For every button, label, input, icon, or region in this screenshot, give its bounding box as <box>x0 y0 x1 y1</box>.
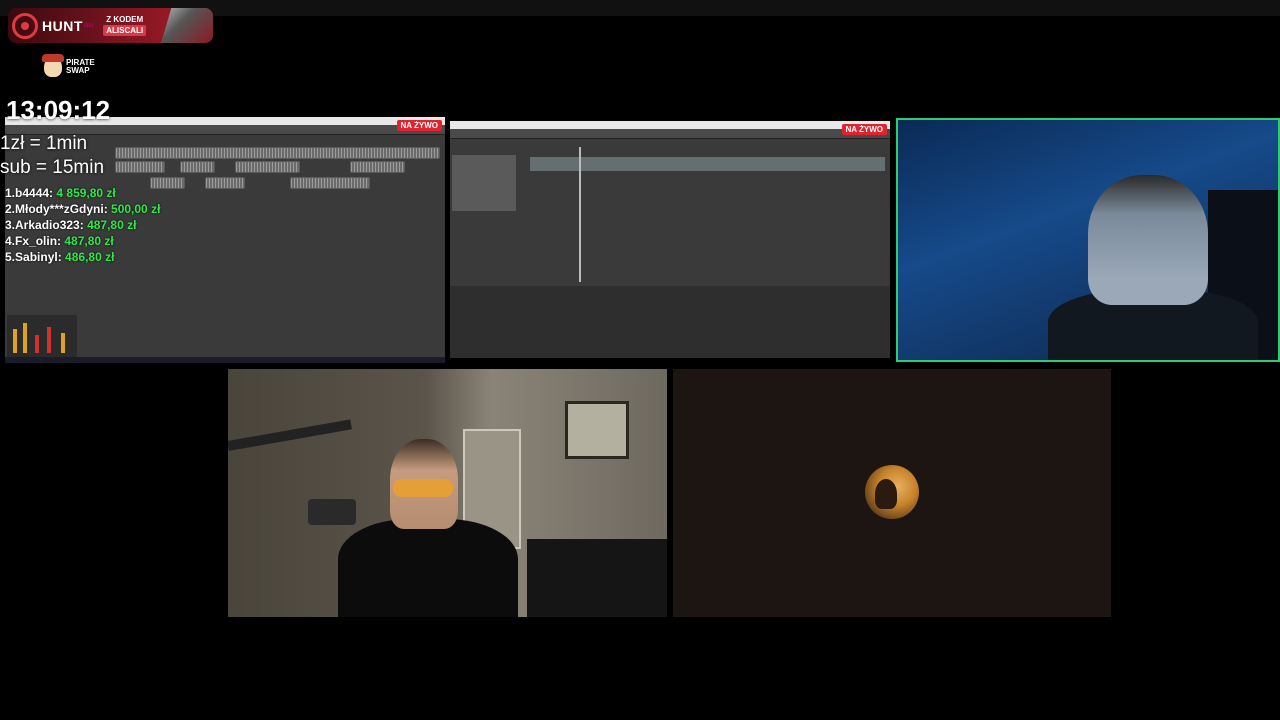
playhead <box>579 147 581 282</box>
lb-name: Sabinyl: <box>15 250 62 264</box>
webcam-participant-1[interactable] <box>896 118 1280 362</box>
pirate-line2: SWAP <box>66 66 90 75</box>
mixer-panel <box>450 286 890 358</box>
lb-name: Fx_olin: <box>15 234 62 248</box>
timeline-lane <box>530 157 885 171</box>
participant-head <box>1088 175 1208 305</box>
leaderboard-row: 4.Fx_olin: 487,80 zł <box>5 233 160 249</box>
rate-sub: sub = 15min <box>0 157 105 178</box>
hunt-brand-sup: GG <box>83 22 94 29</box>
screen-share-daw-2[interactable]: NA ŻYWO <box>450 121 890 358</box>
lb-amount: 487,80 zł <box>87 218 137 232</box>
leaderboard-row: 2.Młody***zGdyni: 500,00 zł <box>5 201 160 217</box>
pirate-swap-logo[interactable]: PIRATE SWAP <box>42 54 95 77</box>
participant-avatar <box>865 465 919 519</box>
lb-name: Młody***zGdyni: <box>15 202 108 216</box>
audio-track <box>115 147 440 159</box>
leaderboard-row: 3.Arkadio323: 487,80 zł <box>5 217 160 233</box>
lb-rank: 1. <box>5 186 16 200</box>
leaderboard-row: 1.b4444: 4 859,80 zł <box>5 185 160 201</box>
subathon-timer: 13:09:12 <box>6 95 111 125</box>
lb-name: b4444: <box>15 186 54 200</box>
audio-clip <box>115 161 165 173</box>
microphone-icon <box>308 499 356 525</box>
orange-glasses <box>393 479 453 497</box>
lb-amount: 4 859,80 zł <box>56 186 116 200</box>
lb-amount: 486,80 zł <box>65 250 115 264</box>
pirate-icon <box>42 54 64 77</box>
daw-toolbar <box>450 129 890 139</box>
wall-picture <box>565 401 629 459</box>
lb-rank: 5. <box>5 250 16 264</box>
hunt-brand-text: HUNT <box>42 17 83 34</box>
live-badge: NA ŻYWO <box>396 120 442 131</box>
donation-leaderboard: 1.b4444: 4 859,80 zł 2.Młody***zGdyni: 5… <box>5 185 160 265</box>
audio-clip <box>205 177 245 189</box>
track-headers <box>452 155 516 211</box>
lb-rank: 3. <box>5 218 16 232</box>
hunt-sponsor-banner[interactable]: HUNT GG Z KODEM ALISCALI <box>8 8 213 43</box>
audio-clip <box>235 161 300 173</box>
lb-amount: 487,80 zł <box>64 234 114 248</box>
pirate-swap-text: PIRATE SWAP <box>66 59 95 75</box>
audio-clip <box>290 177 370 189</box>
lb-name: Arkadio323: <box>15 218 84 232</box>
lb-amount: 500,00 zł <box>111 202 161 216</box>
mixer-panel <box>7 315 77 357</box>
window-titlebar <box>450 121 890 129</box>
promo-code: Z KODEM ALISCALI <box>103 15 147 36</box>
mic-arm <box>228 419 352 451</box>
rate-money: 1zł = 1min <box>0 133 88 154</box>
audio-clip <box>180 161 215 173</box>
promo-code-label: Z KODEM <box>106 15 144 24</box>
promo-code-value: ALISCALI <box>103 25 147 36</box>
live-badge: NA ŻYWO <box>841 124 887 135</box>
hunt-logo-icon <box>12 12 38 39</box>
lb-rank: 4. <box>5 234 16 248</box>
os-taskbar <box>5 357 445 363</box>
weapon-art-icon <box>161 8 213 43</box>
leaderboard-row: 5.Sabinyl: 486,80 zł <box>5 249 160 265</box>
webcam-participant-2[interactable] <box>228 369 667 617</box>
lb-rank: 2. <box>5 202 16 216</box>
participant-body <box>338 519 518 617</box>
audio-clip <box>350 161 405 173</box>
couch <box>527 539 667 617</box>
